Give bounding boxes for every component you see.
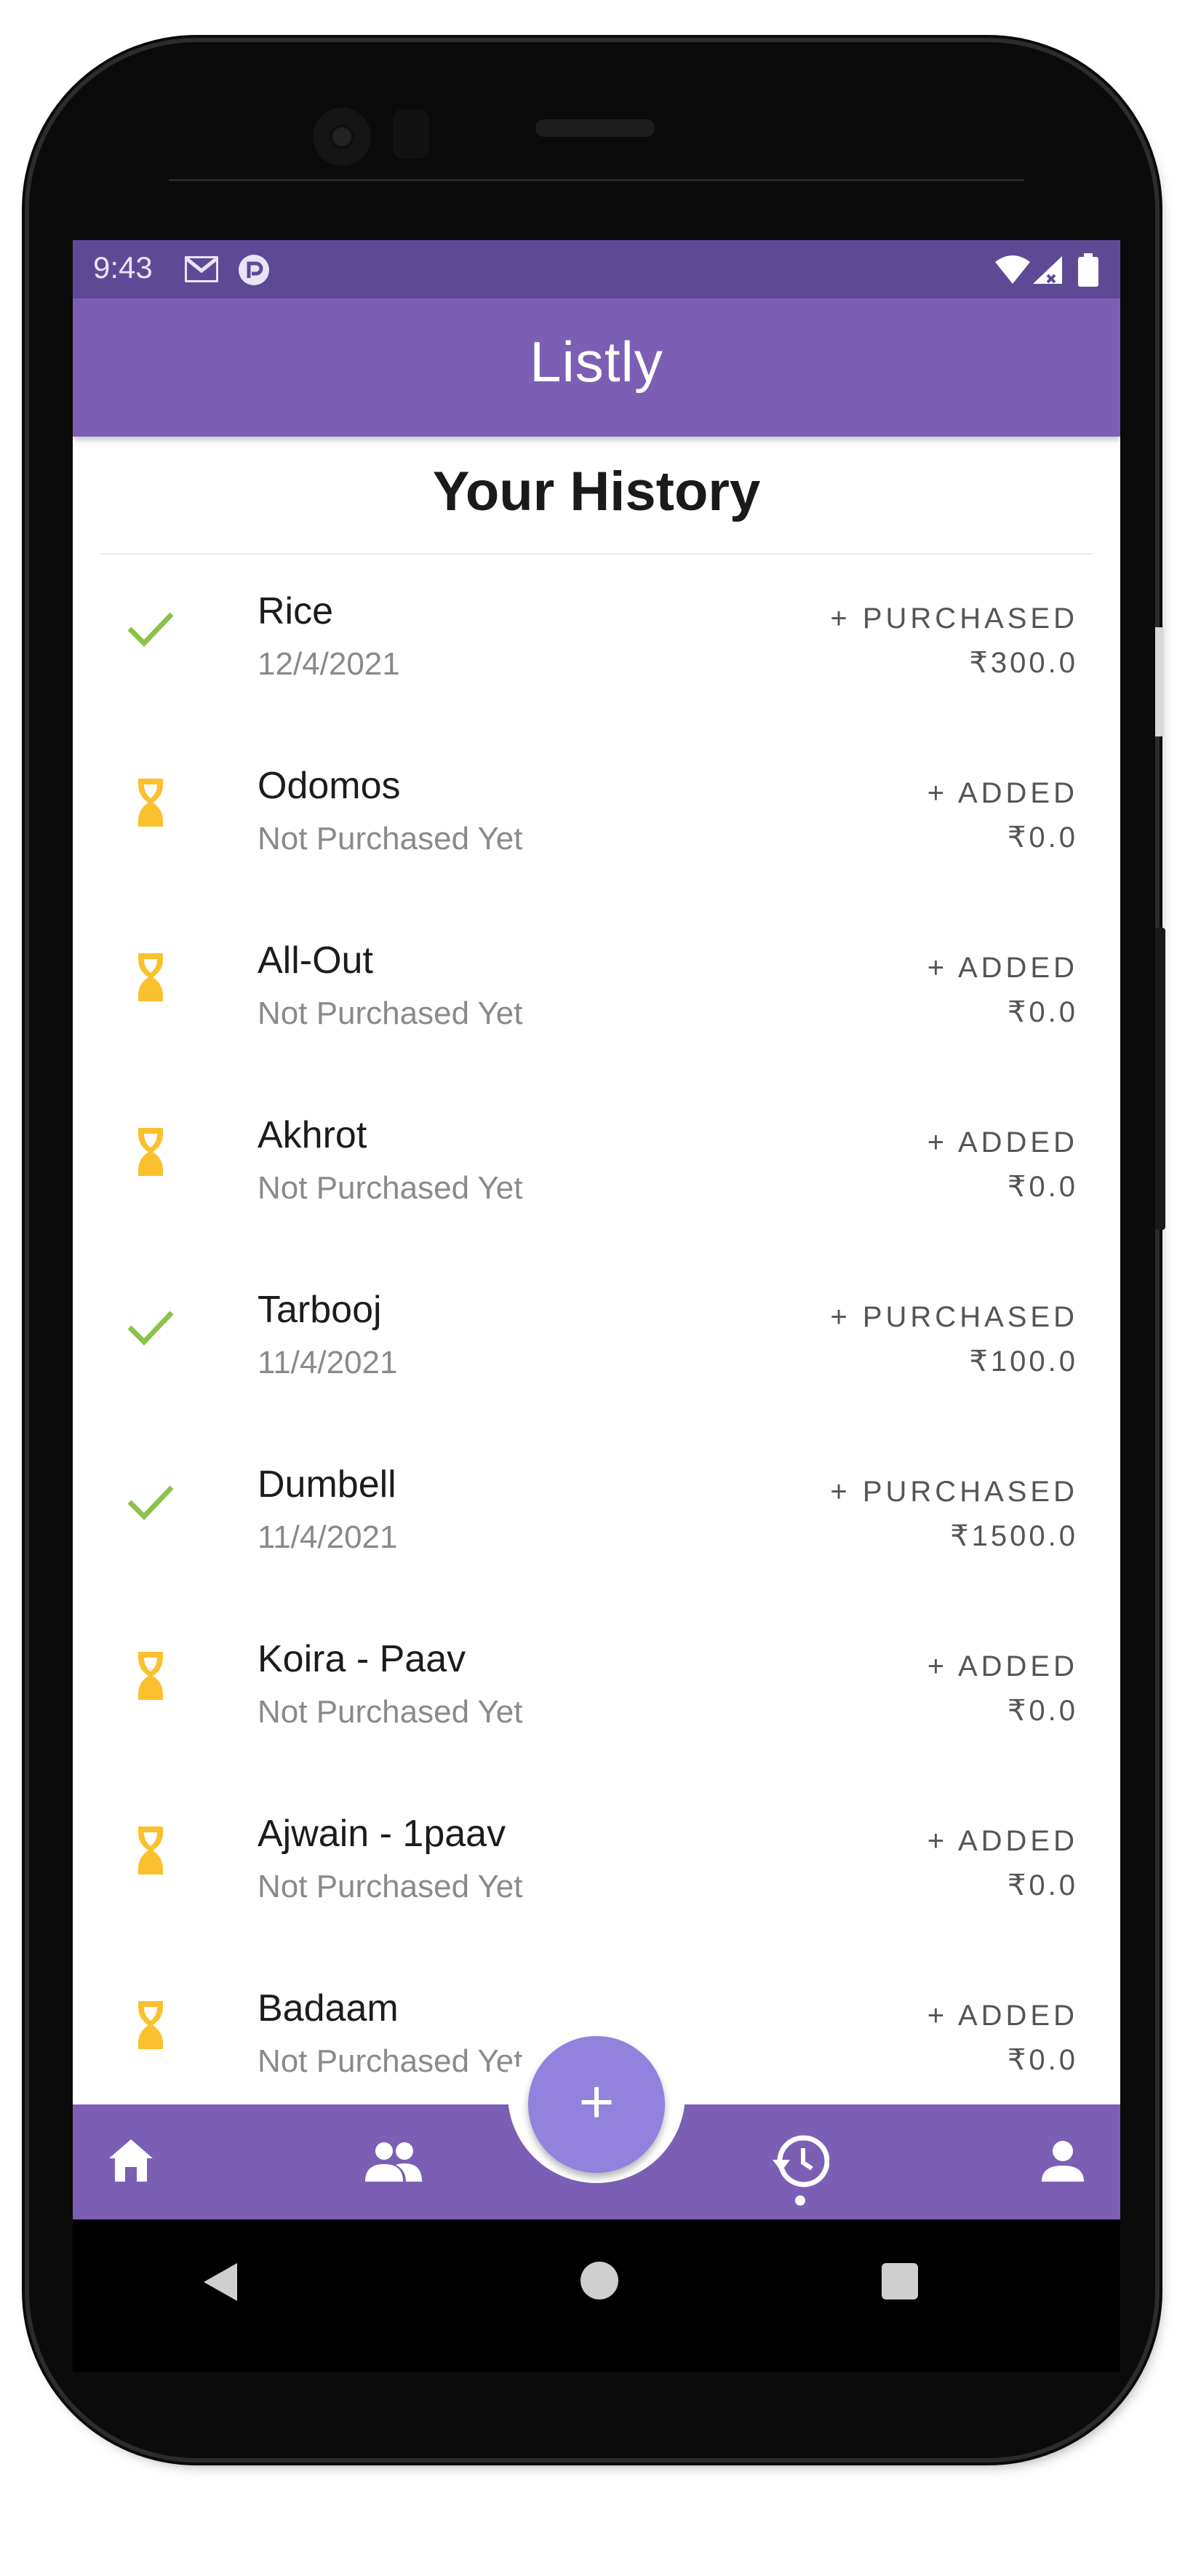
check-icon: [127, 1311, 174, 1346]
history-row[interactable]: Dumbell 11/4/2021 + PURCHASED ₹1500.0: [73, 1447, 1120, 1621]
item-action: + ADDED: [927, 1825, 1078, 1857]
home-button-icon[interactable]: [580, 2262, 618, 2299]
app-title: Listly: [530, 330, 663, 394]
item-status: Not Purchased Yet: [258, 1170, 523, 1206]
hourglass-icon: [138, 1128, 163, 1176]
item-name: Badaam: [258, 1987, 399, 2030]
recent-apps-icon[interactable]: [882, 2263, 918, 2299]
notification-app-icon: [239, 255, 269, 285]
add-item-fab[interactable]: +: [528, 2036, 665, 2173]
item-status: 12/4/2021: [258, 646, 400, 682]
item-status: 11/4/2021: [258, 1519, 398, 1555]
history-row[interactable]: All-Out Not Purchased Yet + ADDED ₹0.0: [73, 923, 1120, 1097]
hourglass-icon: [138, 1826, 163, 1875]
hourglass-icon: [138, 2001, 163, 2049]
wifi-icon: [995, 255, 1030, 284]
item-status: 11/4/2021: [258, 1345, 398, 1380]
person-icon[interactable]: [1040, 2141, 1085, 2182]
proximity-sensor: [393, 109, 429, 159]
history-icon[interactable]: [771, 2134, 829, 2206]
item-action: + PURCHASED: [830, 1476, 1078, 1508]
item-amount: ₹0.0: [1007, 2044, 1078, 2076]
item-amount: ₹1500.0: [950, 1520, 1078, 1552]
item-status: Not Purchased Yet: [258, 995, 523, 1031]
divider: [100, 553, 1093, 554]
history-row[interactable]: Ajwain - 1paav Not Purchased Yet + ADDED ₹0…: [73, 1796, 1120, 1971]
history-row[interactable]: Odomos Not Purchased Yet + ADDED ₹0.0: [73, 748, 1120, 923]
check-icon: [127, 1485, 174, 1521]
people-icon[interactable]: [364, 2141, 423, 2182]
back-icon[interactable]: [202, 2262, 239, 2302]
hourglass-icon: [138, 1652, 163, 1700]
item-amount: ₹0.0: [1007, 996, 1078, 1028]
item-name: Tarbooj: [258, 1289, 382, 1331]
item-amount: ₹0.0: [1007, 1695, 1078, 1727]
history-row[interactable]: Rice 12/4/2021 + PURCHASED ₹300.0: [73, 573, 1120, 748]
battery-icon: [1078, 253, 1098, 287]
app-screen: 9:43 Listly Your History Rice 12/4/2021 + …: [73, 240, 1120, 2219]
history-row[interactable]: Tarbooj 11/4/2021 + PURCHASED ₹100.0: [73, 1272, 1120, 1447]
item-amount: ₹0.0: [1007, 822, 1078, 854]
item-amount: ₹300.0: [969, 647, 1078, 679]
hourglass-icon: [138, 779, 163, 827]
item-name: Akhrot: [258, 1114, 367, 1156]
item-amount: ₹0.0: [1007, 1171, 1078, 1203]
history-row[interactable]: Koira - Paav Not Purchased Yet + ADDED ₹0.0: [73, 1621, 1120, 1796]
screen-edge: [169, 179, 1024, 181]
item-action: + ADDED: [927, 2000, 1078, 2032]
item-amount: ₹100.0: [969, 1345, 1078, 1378]
status-bar: 9:43: [73, 240, 1120, 298]
item-name: Odomos: [258, 765, 401, 807]
app-bar: Listly: [73, 298, 1120, 437]
item-action: + ADDED: [927, 952, 1078, 984]
check-icon: [127, 612, 174, 648]
item-status: Not Purchased Yet: [258, 1869, 523, 1904]
item-amount: ₹0.0: [1007, 1869, 1078, 1901]
power-button: [1155, 928, 1165, 1230]
home-icon[interactable]: [108, 2138, 154, 2183]
item-status: Not Purchased Yet: [258, 1694, 523, 1730]
side-button: [1155, 627, 1164, 736]
item-action: + ADDED: [927, 1650, 1078, 1682]
item-name: All-Out: [258, 939, 373, 982]
signal-icon: [1033, 256, 1062, 284]
item-name: Rice: [258, 590, 334, 632]
item-action: + ADDED: [927, 1126, 1078, 1158]
front-camera: [313, 108, 371, 166]
item-name: Koira - Paav: [258, 1638, 466, 1680]
item-action: + PURCHASED: [830, 603, 1078, 635]
item-action: + PURCHASED: [830, 1301, 1078, 1333]
item-status: Not Purchased Yet: [258, 2043, 523, 2079]
earpiece-speaker: [535, 119, 655, 137]
item-name: Dumbell: [258, 1463, 396, 1506]
item-status: Not Purchased Yet: [258, 821, 523, 856]
status-time: 9:43: [93, 250, 153, 285]
item-name: Ajwain - 1paav: [258, 1813, 506, 1855]
hourglass-icon: [138, 953, 163, 1001]
item-action: + ADDED: [927, 777, 1078, 809]
page-title: Your History: [432, 461, 761, 522]
history-row[interactable]: Akhrot Not Purchased Yet + ADDED ₹0.0: [73, 1097, 1120, 1272]
gmail-icon: [185, 256, 218, 282]
